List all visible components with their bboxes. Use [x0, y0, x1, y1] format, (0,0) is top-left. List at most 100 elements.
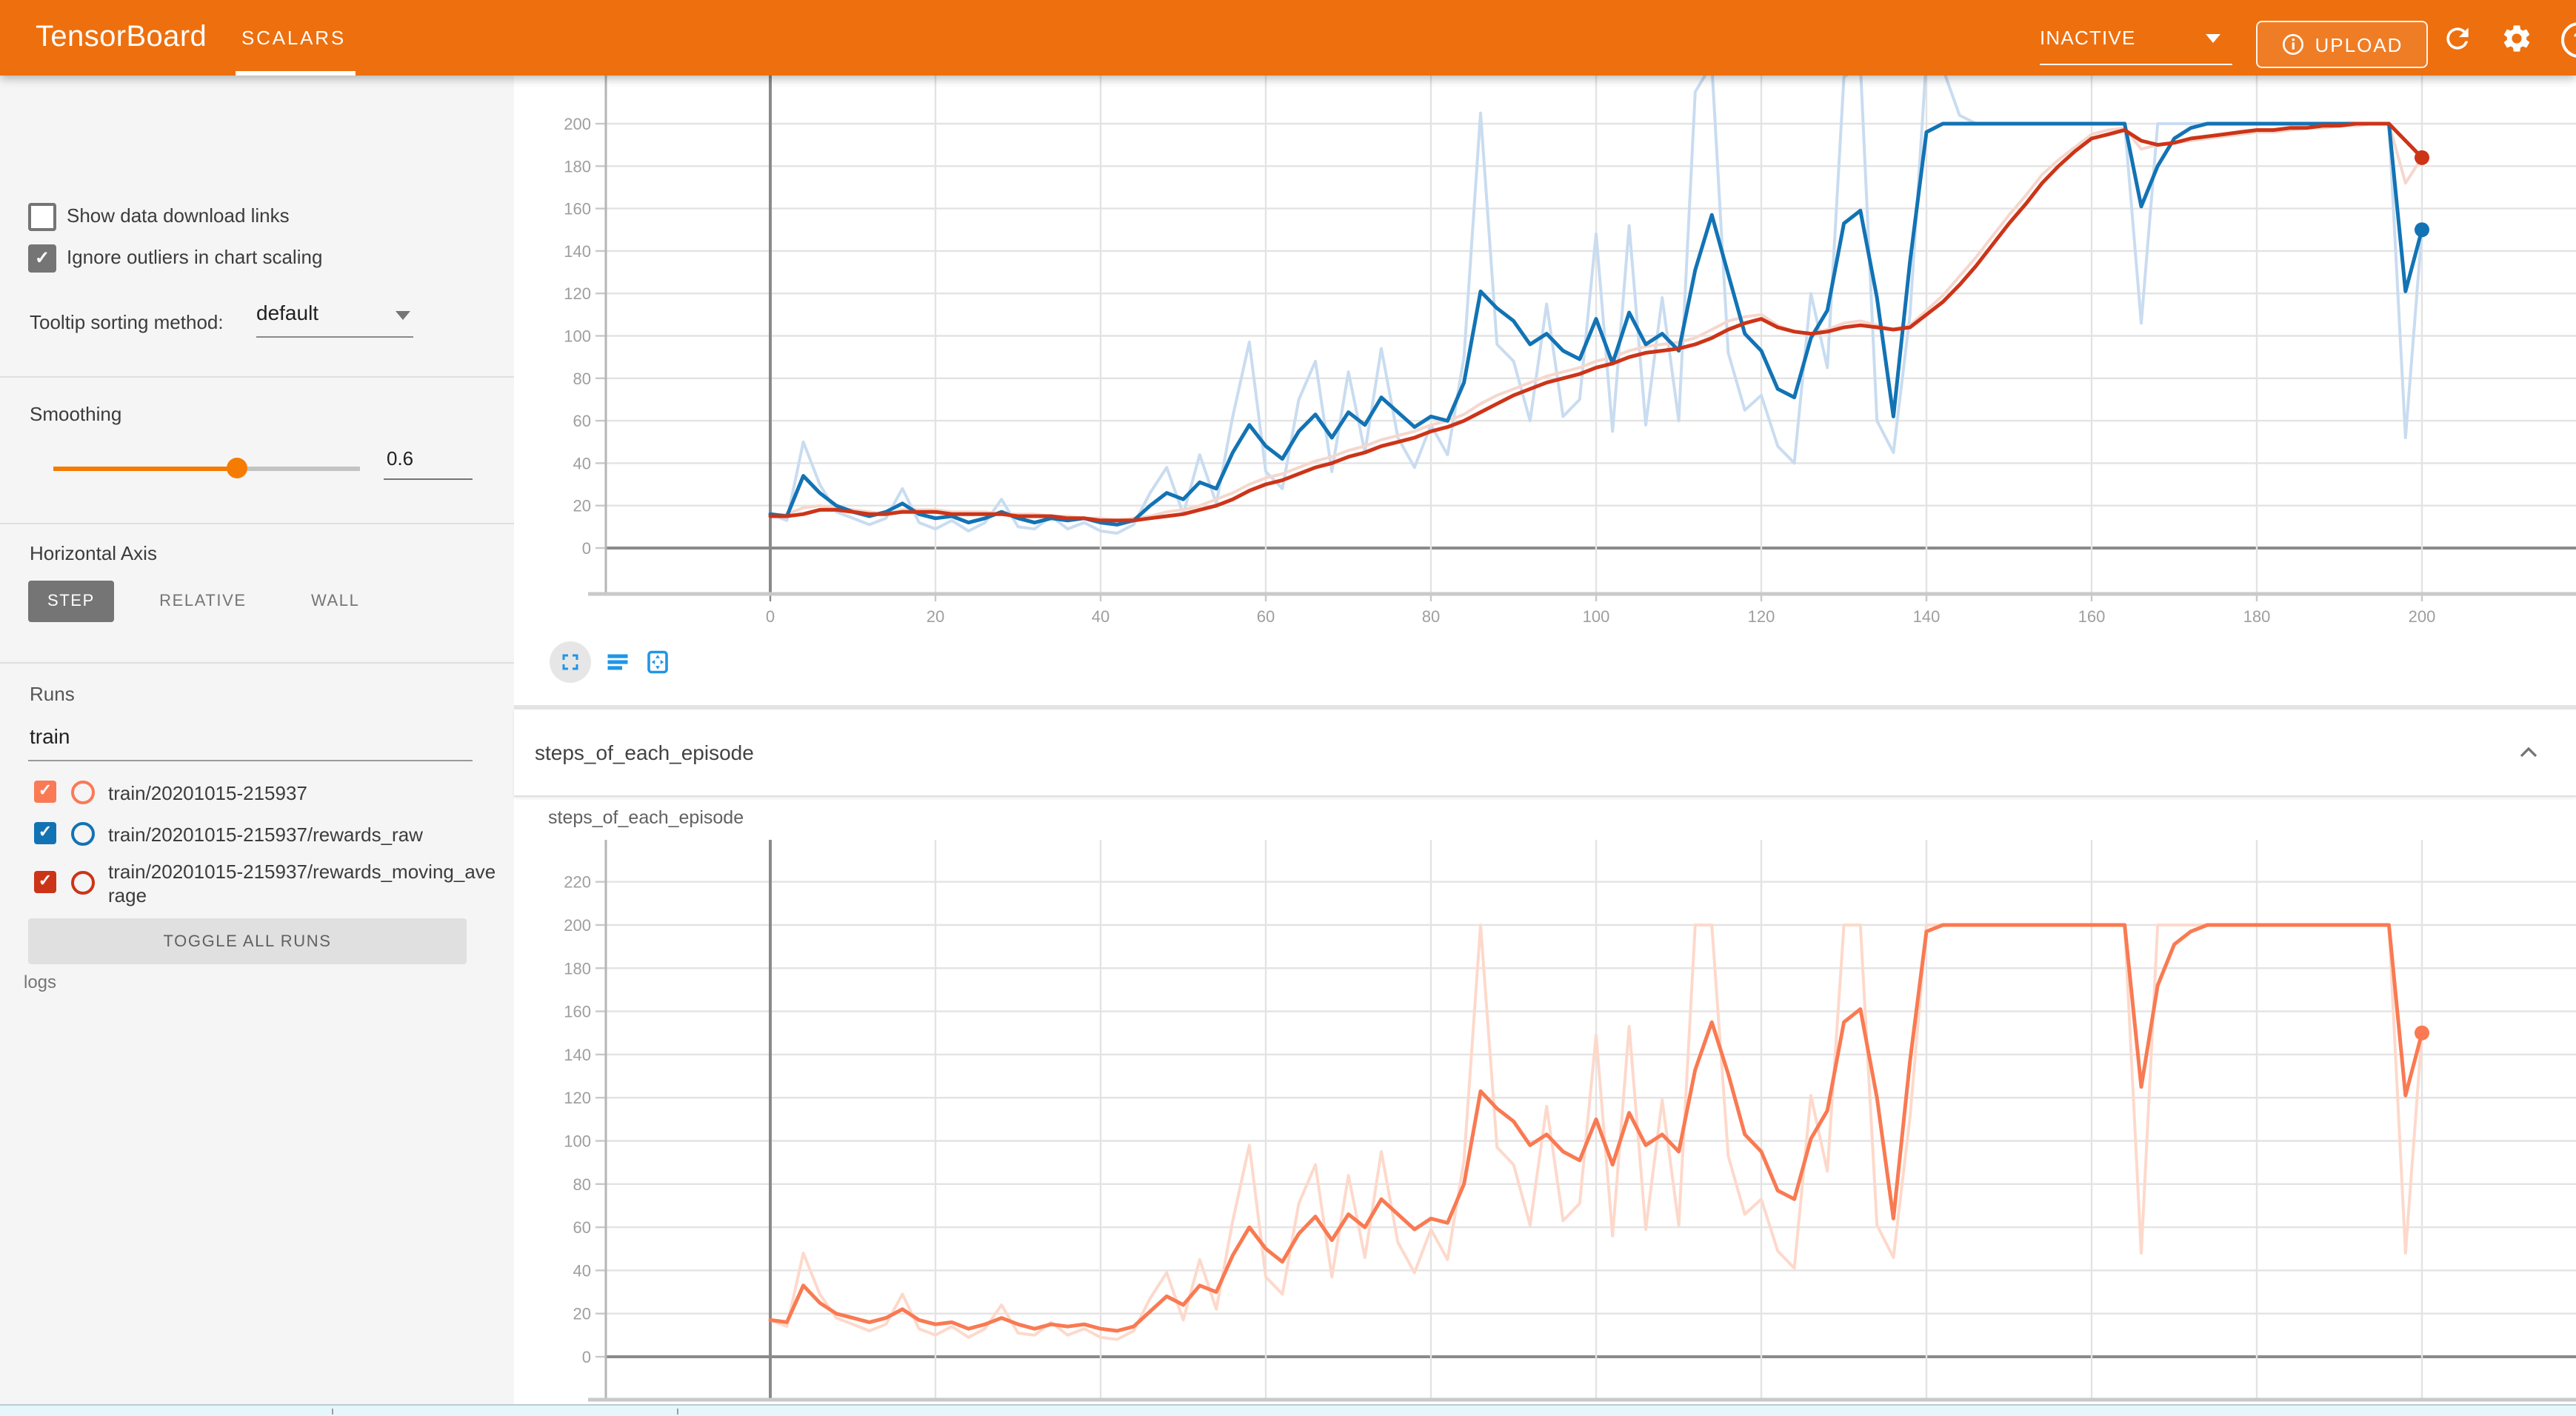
svg-text:20: 20 — [927, 607, 944, 626]
app-header: TensorBoard SCALARS INACTIVE UPLOAD ? — [0, 0, 2576, 76]
toggle-all-runs-button[interactable]: TOGGLE ALL RUNS — [28, 918, 467, 964]
svg-text:120: 120 — [564, 284, 591, 303]
svg-text:220: 220 — [564, 873, 591, 892]
steps-chart[interactable]: 020406080100120140160180200220 — [514, 795, 2576, 1404]
logs-label: logs — [24, 972, 56, 992]
svg-text:180: 180 — [564, 157, 591, 176]
status-dropdown-underline — [2040, 64, 2232, 65]
tensorboard-app: TensorBoard SCALARS INACTIVE UPLOAD ? Sh… — [0, 0, 2576, 1416]
svg-text:160: 160 — [564, 200, 591, 218]
horizontal-axis-buttons: STEP RELATIVE WALL — [28, 581, 378, 622]
run-color-circle[interactable] — [71, 871, 95, 895]
help-icon[interactable]: ? — [2561, 22, 2576, 58]
svg-text:180: 180 — [564, 959, 591, 978]
chevron-up-icon[interactable] — [2514, 738, 2543, 767]
axis-button-wall[interactable]: WALL — [292, 581, 379, 622]
section-title: steps_of_each_episode — [535, 741, 754, 764]
tab-active-underline — [236, 71, 356, 76]
horizontal-scrollbar[interactable] — [0, 1404, 2576, 1416]
svg-text:140: 140 — [564, 1046, 591, 1064]
svg-text:60: 60 — [1257, 607, 1275, 626]
tooltip-sorting-label: Tooltip sorting method: — [30, 311, 224, 333]
smoothing-value-underline — [384, 478, 473, 480]
run-checkbox[interactable]: ✓ — [34, 781, 56, 803]
svg-text:0: 0 — [582, 1348, 591, 1366]
tooltip-sorting-dropdown[interactable]: default — [256, 301, 413, 338]
fit-domain-icon[interactable] — [644, 649, 671, 675]
svg-text:0: 0 — [766, 607, 775, 626]
svg-text:80: 80 — [1422, 607, 1440, 626]
axis-button-relative[interactable]: RELATIVE — [140, 581, 266, 622]
svg-text:80: 80 — [573, 370, 591, 388]
status-dropdown[interactable]: INACTIVE — [2040, 25, 2232, 61]
runs-label: Runs — [30, 683, 75, 705]
svg-text:180: 180 — [2243, 607, 2271, 626]
svg-text:80: 80 — [573, 1175, 591, 1194]
smoothing-slider[interactable] — [53, 458, 360, 478]
tab-scalars[interactable]: SCALARS — [241, 27, 346, 49]
chevron-down-icon — [2206, 34, 2220, 43]
svg-text:200: 200 — [2409, 607, 2436, 626]
runs-filter-underline — [28, 760, 473, 761]
svg-text:0: 0 — [582, 539, 591, 558]
horizontal-axis-label: Horizontal Axis — [30, 542, 157, 564]
svg-text:160: 160 — [2078, 607, 2106, 626]
slider-track-empty — [247, 467, 360, 470]
chevron-down-icon — [396, 311, 410, 320]
run-checkbox[interactable]: ✓ — [34, 871, 56, 893]
svg-text:60: 60 — [573, 412, 591, 430]
svg-text:120: 120 — [564, 1089, 591, 1107]
refresh-icon[interactable] — [2441, 22, 2474, 55]
slider-track-filled — [53, 467, 228, 470]
svg-text:100: 100 — [564, 327, 591, 346]
svg-text:60: 60 — [573, 1218, 591, 1237]
fullscreen-icon — [557, 649, 584, 675]
divider — [0, 523, 514, 524]
scrollbar-mark — [677, 1409, 678, 1415]
show-download-links-checkbox[interactable] — [28, 203, 56, 231]
svg-text:200: 200 — [564, 916, 591, 935]
info-icon — [2281, 33, 2305, 56]
svg-text:160: 160 — [564, 1003, 591, 1021]
svg-text:40: 40 — [573, 1261, 591, 1280]
upload-button[interactable]: UPLOAD — [2256, 21, 2428, 68]
svg-text:120: 120 — [1748, 607, 1775, 626]
settings-sidebar: Show data download links ✓ Ignore outlie… — [0, 76, 514, 1404]
section-header[interactable]: steps_of_each_episode — [514, 709, 2576, 797]
slider-thumb[interactable] — [227, 458, 247, 478]
gear-icon[interactable] — [2500, 22, 2533, 55]
svg-text:40: 40 — [1092, 607, 1110, 626]
chart-toolbar — [550, 640, 671, 684]
run-color-circle[interactable] — [71, 822, 95, 846]
main-content: 0 20 40 60 80 100 120 140 160 180 200 0 20 40 60 80 100 1… — [514, 76, 2576, 1404]
axis-button-step[interactable]: STEP — [28, 581, 114, 622]
ignore-outliers-label: Ignore outliers in chart scaling — [67, 246, 322, 268]
smoothing-label: Smoothing — [30, 403, 121, 425]
app-title: TensorBoard — [36, 21, 207, 55]
svg-text:100: 100 — [564, 1132, 591, 1151]
show-download-links-label: Show data download links — [67, 204, 290, 227]
upload-button-label: UPLOAD — [2315, 33, 2403, 56]
ignore-outliers-checkbox[interactable]: ✓ — [28, 244, 56, 273]
run-color-circle[interactable] — [71, 781, 95, 804]
divider — [0, 662, 514, 664]
status-dropdown-value: INACTIVE — [2040, 27, 2136, 49]
svg-text:140: 140 — [1913, 607, 1941, 626]
tooltip-sorting-value: default — [256, 301, 318, 324]
svg-text:40: 40 — [573, 454, 591, 472]
scrollbar-mark — [332, 1409, 333, 1415]
run-label: train/20201015-215937/rewards_moving_ave… — [108, 861, 496, 908]
svg-text:140: 140 — [564, 242, 591, 261]
run-checkbox[interactable]: ✓ — [34, 822, 56, 844]
expand-chart-button[interactable] — [550, 641, 591, 683]
run-label: train/20201015-215937 — [108, 782, 496, 806]
divider — [0, 376, 514, 378]
svg-text:20: 20 — [573, 497, 591, 515]
rewards-chart[interactable]: 0 20 40 60 80 100 120 140 160 180 200 0 20 40 60 80 100 1… — [514, 76, 2576, 705]
runs-list-icon[interactable] — [604, 649, 631, 675]
run-label: train/20201015-215937/rewards_raw — [108, 824, 496, 847]
smoothing-value[interactable]: 0.6 — [387, 447, 413, 470]
runs-filter-input[interactable] — [28, 724, 474, 754]
svg-text:100: 100 — [1583, 607, 1610, 626]
svg-text:200: 200 — [564, 115, 591, 133]
